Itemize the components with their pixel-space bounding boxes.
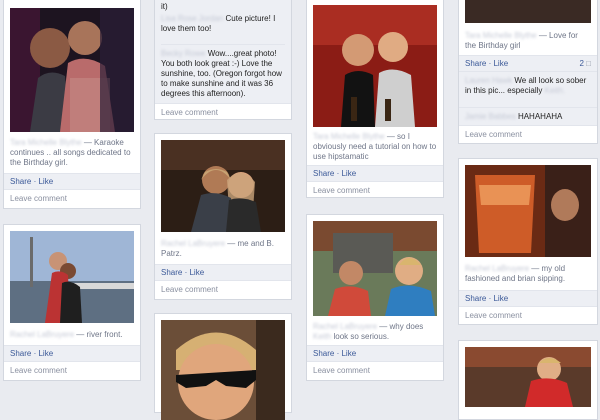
photo-card: Rachel LaBruyere — my old fashioned and …: [458, 158, 598, 325]
comments-card: it) Lisa Rose Jordan Cute picture! I lov…: [154, 0, 292, 120]
photo-card: Tara Michelle Blythe — so I obviously ne…: [306, 0, 444, 198]
comment-row: Jamie Babbes HAHAHAHA: [459, 107, 597, 125]
photo-karaoke-image: [10, 8, 134, 132]
photo-thumbnail[interactable]: [465, 347, 591, 407]
top-text: it): [161, 2, 168, 11]
like-link[interactable]: Like: [493, 294, 508, 303]
comment-item: Lauren Hawk We all look so sober in this…: [465, 76, 587, 95]
comment-item: Jamie Babbes HAHAHAHA: [465, 112, 563, 121]
leave-comment-field[interactable]: Leave comment: [459, 306, 597, 324]
photo-card: [458, 340, 598, 420]
photo-river-front-image: [10, 231, 134, 323]
photo-caption: Rachel LaBruyere — river front.: [10, 330, 123, 339]
like-link[interactable]: Like: [341, 349, 356, 358]
commenter-name[interactable]: Lauren Hawk: [465, 76, 512, 85]
share-link[interactable]: Share: [313, 169, 334, 178]
author-name[interactable]: Rachel LaBruyere: [10, 330, 74, 339]
action-bar: Share · Like: [155, 264, 291, 280]
photo-sunglasses-image: [161, 320, 285, 420]
action-bar: Share · Like: [4, 173, 140, 189]
photo-thumbnail[interactable]: [465, 0, 591, 23]
author-name[interactable]: Tara Michelle Blythe: [313, 132, 385, 141]
photo-couple-image: [161, 140, 285, 232]
like-link[interactable]: Like: [38, 349, 53, 358]
photo-thumbnail[interactable]: [313, 5, 437, 127]
photo-caption: Tara Michelle Blythe — so I obviously ne…: [313, 132, 437, 161]
action-bar: Share · Like 2 □: [459, 55, 597, 71]
action-bar: Share · Like: [307, 345, 443, 361]
photo-two-guys-image: [313, 221, 437, 316]
comment-item: Becky Rowe Wow....great photo! You both …: [161, 44, 285, 99]
photo-caption: Rachel LaBruyere — why does Keith look s…: [313, 322, 424, 341]
comment-bubble-icon: □: [586, 59, 591, 68]
author-name[interactable]: Tara Michelle Blythe: [465, 31, 537, 40]
leave-comment-field[interactable]: Leave comment: [307, 181, 443, 199]
share-link[interactable]: Share: [465, 294, 486, 303]
commenter-name[interactable]: Becky Rowe: [161, 49, 205, 58]
photo-card: Rachel LaBruyere — me and B. Patrz. Shar…: [154, 133, 292, 300]
tagged-name[interactable]: Keith: [313, 332, 331, 341]
photo-red-shirt-image: [465, 347, 591, 407]
comment-count-badge[interactable]: 2 □: [579, 56, 591, 72]
commenter-name[interactable]: Lisa Rose Jordan: [161, 14, 223, 23]
tagged-name[interactable]: Keith.: [545, 86, 565, 95]
like-link[interactable]: Like: [189, 268, 204, 277]
photo-thumbnail[interactable]: [313, 221, 437, 316]
share-link[interactable]: Share: [10, 177, 31, 186]
leave-comment-field[interactable]: Leave comment: [4, 189, 140, 207]
comment-item: Lisa Rose Jordan Cute picture! I love th…: [161, 14, 276, 33]
photo-bar-friends-image: [313, 5, 437, 127]
photo-thumbnail[interactable]: [161, 140, 285, 232]
author-name[interactable]: Rachel LaBruyere: [313, 322, 377, 331]
leave-comment-field[interactable]: Leave comment: [307, 361, 443, 379]
photo-card: Tara Michelle Blythe — Love for the Birt…: [458, 0, 598, 144]
photo-card: Rachel LaBruyere — river front. Share · …: [3, 224, 141, 381]
photo-caption: Tara Michelle Blythe — Karaoke continues…: [10, 138, 131, 167]
like-link[interactable]: Like: [38, 177, 53, 186]
author-name[interactable]: Rachel LaBruyere: [161, 239, 225, 248]
photo-thumbnail[interactable]: [10, 8, 134, 132]
share-link[interactable]: Share: [10, 349, 31, 358]
photo-caption: Rachel LaBruyere — me and B. Patrz.: [161, 239, 274, 258]
photo-thumbnail[interactable]: [465, 165, 591, 257]
photo-card: Rachel LaBruyere — why does Keith look s…: [306, 214, 444, 381]
share-link[interactable]: Share: [161, 268, 182, 277]
leave-comment-field[interactable]: Leave comment: [155, 280, 291, 298]
share-link[interactable]: Share: [465, 59, 486, 68]
like-link[interactable]: Like: [493, 59, 508, 68]
like-link[interactable]: Like: [341, 169, 356, 178]
share-link[interactable]: Share: [313, 349, 334, 358]
comment-row: Lauren Hawk We all look so sober in this…: [459, 71, 597, 107]
author-name[interactable]: Rachel LaBruyere: [465, 264, 529, 273]
leave-comment-field[interactable]: Leave comment: [4, 361, 140, 379]
photo-card: [154, 313, 292, 420]
action-bar: Share · Like: [459, 290, 597, 306]
action-bar: Share · Like: [307, 165, 443, 181]
leave-comment-field[interactable]: Leave comment: [459, 125, 597, 143]
commenter-name[interactable]: Jamie Babbes: [465, 112, 516, 121]
action-bar: Share · Like: [4, 345, 140, 361]
photo-old-fashioned-image: [465, 165, 591, 257]
photo-caption: Tara Michelle Blythe — Love for the Birt…: [465, 31, 578, 50]
comment-row: it) Lisa Rose Jordan Cute picture! I lov…: [155, 0, 291, 103]
photo-card: Tara Michelle Blythe — Karaoke continues…: [3, 0, 141, 209]
photo-thumbnail[interactable]: [10, 231, 134, 323]
photo-thumbnail[interactable]: [161, 320, 285, 420]
author-name[interactable]: Tara Michelle Blythe: [10, 138, 82, 147]
photo-caption: Rachel LaBruyere — my old fashioned and …: [465, 264, 566, 283]
leave-comment-field[interactable]: Leave comment: [155, 103, 291, 121]
